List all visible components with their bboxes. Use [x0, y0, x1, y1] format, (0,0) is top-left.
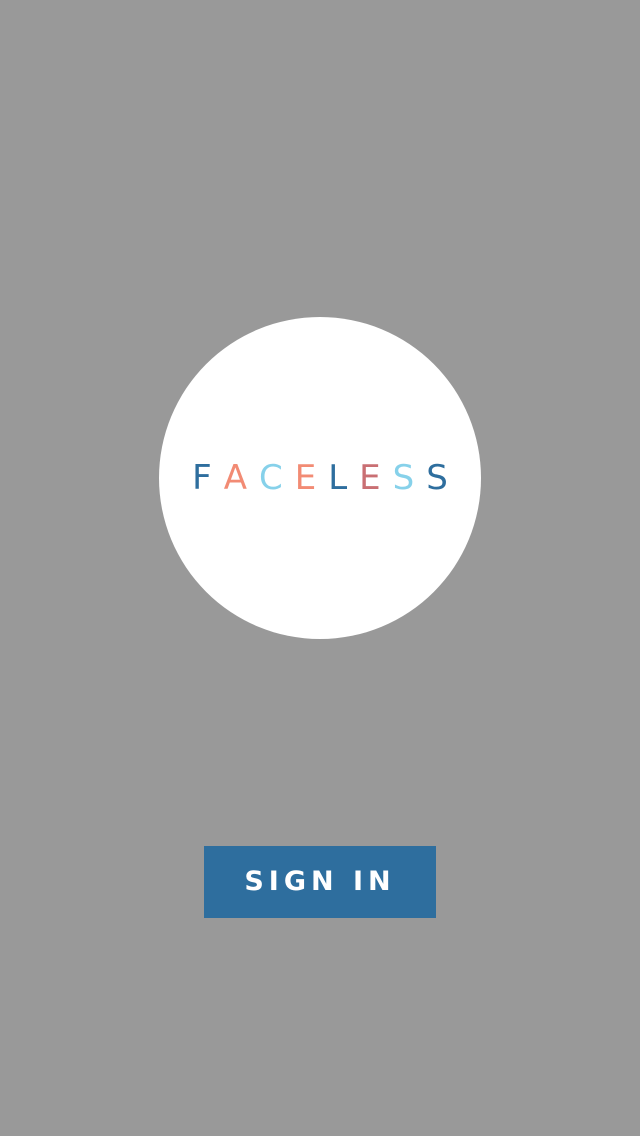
- logo-letter: A: [223, 458, 247, 498]
- logo-letter: C: [258, 458, 283, 498]
- logo-letter: L: [328, 458, 348, 498]
- app-logo: F A C E L E S S: [159, 456, 481, 500]
- logo-letter: F: [192, 458, 212, 498]
- logo-letter: S: [392, 458, 415, 498]
- sign-in-button[interactable]: SIGN IN: [204, 846, 436, 918]
- logo-letter: E: [359, 458, 381, 498]
- logo-letter: E: [294, 458, 317, 498]
- logo-letter: S: [426, 458, 448, 498]
